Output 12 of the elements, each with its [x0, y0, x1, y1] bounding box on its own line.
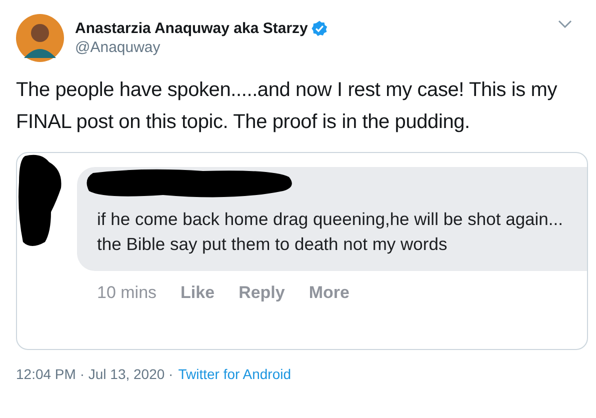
comment-time: 10 mins [97, 283, 157, 303]
comment-action[interactable]: Like [180, 283, 215, 303]
comment-action[interactable]: Reply [238, 283, 285, 303]
author-handle[interactable]: @Anaquway [75, 39, 328, 56]
comment-action[interactable]: More [308, 283, 350, 303]
chevron-down-icon[interactable] [558, 20, 572, 28]
comment-text: if he come back home drag queening,he will be shot again... the Bible say put them to death not my words [97, 208, 564, 256]
tweet-timestamp: 12:04 PM · Jul 13, 2020 · [16, 366, 174, 382]
source-link[interactable]: Twitter for Android [178, 366, 292, 382]
avatar[interactable] [16, 14, 64, 62]
tweet-text: The people have spoken.....and now I rest my case! This is my FINAL post on this topic. The proof is in the pudding. [16, 78, 558, 135]
author-name[interactable]: Anastarzia Anaquway aka Starzy [75, 20, 308, 37]
